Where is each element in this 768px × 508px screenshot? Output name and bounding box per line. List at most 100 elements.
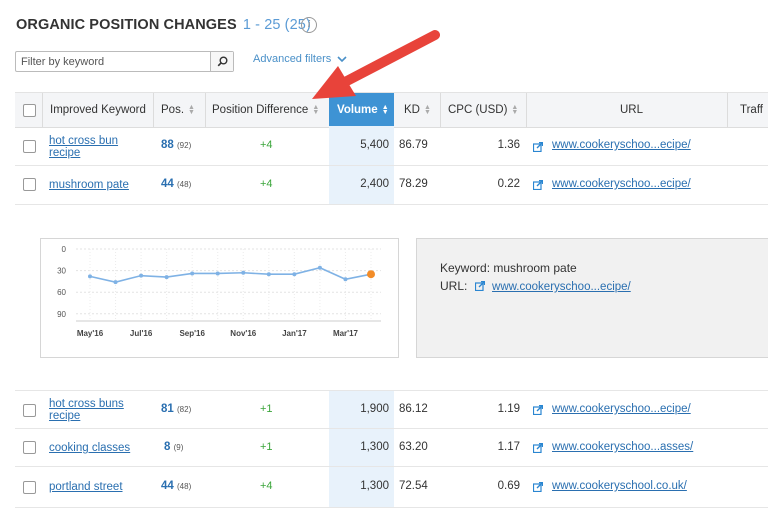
data-point [113,280,118,285]
data-point [292,272,297,277]
col-url[interactable]: URL [620,93,643,127]
position-difference: +1 [260,403,273,415]
data-point [343,277,348,282]
col-cpc[interactable]: CPC (USD) ▲ ▼ [448,93,518,127]
table-row[interactable]: hot cross buns recipe 81 (82) +1 1,900 86… [15,390,768,429]
keyword-link[interactable]: cooking classes [49,442,130,454]
detail-url-label: URL: [440,279,468,293]
advanced-filters-toggle[interactable]: Advanced filters [253,53,347,65]
volume: 1,300 [360,480,389,492]
external-link-icon[interactable] [533,405,543,415]
detail-url-link[interactable]: www.cookeryschoo...ecipe/ [492,281,631,293]
cpc: 1.36 [497,139,520,151]
column-divider [42,93,43,127]
col-traffic[interactable]: Traff [740,93,763,127]
row-checkbox[interactable] [23,178,36,191]
row-checkbox[interactable] [23,404,36,417]
col-label: CPC (USD) [448,104,508,116]
column-divider [526,93,527,127]
table-header: Improved Keyword Pos. ▲ ▼ Position Differe… [15,92,768,128]
previous-position: (9) [173,443,184,452]
sort-icon: ▲ ▼ [423,103,431,116]
external-link-icon[interactable] [533,443,543,453]
keyword-line: hot cross buns [49,398,124,410]
keyword-link[interactable]: portland street [49,481,123,493]
select-all-checkbox[interactable] [23,104,36,117]
col-position-difference[interactable]: Position Difference ▲ ▼ [212,93,319,127]
title-text: ORGANIC POSITION CHANGES [16,17,237,33]
keyword-link[interactable]: hot cross bun recipe [49,135,118,159]
previous-position: (48) [177,180,192,189]
keyword-link[interactable]: mushroom pate [49,179,129,191]
x-tick-label: Jul'16 [130,329,153,338]
external-link-icon[interactable] [533,180,543,190]
table-row[interactable]: hot cross bun recipe 88 (92) +4 5,400 86.… [15,126,768,166]
url-link[interactable]: www.cookeryschoo...asses/ [552,441,693,453]
position-difference: +4 [260,139,273,151]
keyword-line: recipe [49,410,81,422]
url-link[interactable]: www.cookeryschoo...ecipe/ [552,403,691,415]
sort-icon: ▲ ▼ [188,103,195,116]
position-value: 8 [164,441,171,453]
current-point [367,270,375,279]
external-link-icon[interactable] [533,142,543,152]
x-tick-label: Mar'17 [333,329,359,338]
keyword-filter-input[interactable] [16,52,216,72]
position: 8 (9) [164,441,183,453]
previous-position: (92) [177,141,192,150]
cpc: 0.22 [497,178,520,190]
sort-desc-icon: ▲ ▼ [381,103,389,116]
row-checkbox[interactable] [23,481,36,494]
row-checkbox[interactable] [23,441,36,454]
search-icon [217,56,227,67]
data-point [215,271,220,276]
position-value: 44 [161,480,174,492]
external-link-icon[interactable] [533,482,543,492]
series-line [89,266,372,283]
url-link[interactable]: www.cookeryschool.co.uk/ [552,480,687,492]
col-pos[interactable]: Pos. ▲ ▼ [161,93,195,127]
position-difference: +1 [260,441,273,453]
sort-icon: ▲ ▼ [312,103,320,116]
page-title: ORGANIC POSITION CHANGES 1 - 25 (25) [16,17,311,33]
keyword-line: hot cross bun [49,135,119,147]
col-label: Volume [337,104,378,116]
y-tick-label: 90 [57,310,66,319]
table-row[interactable]: cooking classes 8 (9) +1 1,300 63.20 1.1… [15,428,768,467]
row-checkbox[interactable] [23,140,36,153]
cpc: 1.17 [497,441,520,453]
data-point [164,275,169,280]
data-point [266,272,271,277]
detail-url-row: URL: www.cookeryschoo...ecipe/ [440,279,631,293]
url-link[interactable]: www.cookeryschoo...ecipe/ [552,178,691,190]
info-icon[interactable]: i [301,17,317,33]
search-button[interactable] [210,52,233,71]
keyword-filter [15,51,234,72]
col-improved-keyword[interactable]: Improved Keyword [50,93,146,127]
previous-position: (48) [177,482,192,491]
y-tick-label: 0 [62,245,67,254]
external-link-icon[interactable] [474,280,485,292]
kd: 86.79 [399,139,428,151]
kd: 78.29 [399,178,428,190]
chart-svg: 0 30 60 90 May'16 Jul'16 Sep'16 Nov'16 Jan'17 Mar… [57,245,381,338]
position-value: 81 [161,403,174,415]
position: 81 (82) [161,403,191,415]
position-value: 44 [161,178,174,190]
position: 88 (92) [161,139,191,151]
url-link[interactable]: www.cookeryschoo...ecipe/ [552,139,691,151]
position-value: 88 [161,139,174,151]
table-row[interactable]: portland street 44 (48) +4 1,300 72.54 0… [15,467,768,508]
data-point [190,271,195,276]
position-difference: +4 [260,480,273,492]
keyword-link[interactable]: hot cross buns recipe [49,398,124,422]
column-divider [727,93,728,127]
col-volume[interactable]: Volume ▲ ▼ [329,93,394,127]
col-kd[interactable]: KD ▲ ▼ [404,93,431,127]
col-label: Traff [740,104,764,116]
position: 44 (48) [161,178,191,190]
detail-keyword: Keyword: mushroom pate [440,261,577,275]
x-tick-label: May'16 [77,329,104,338]
table-row[interactable]: mushroom pate 44 (48) +4 2,400 78.29 0.2… [15,166,768,205]
col-label: Pos. [161,104,185,116]
